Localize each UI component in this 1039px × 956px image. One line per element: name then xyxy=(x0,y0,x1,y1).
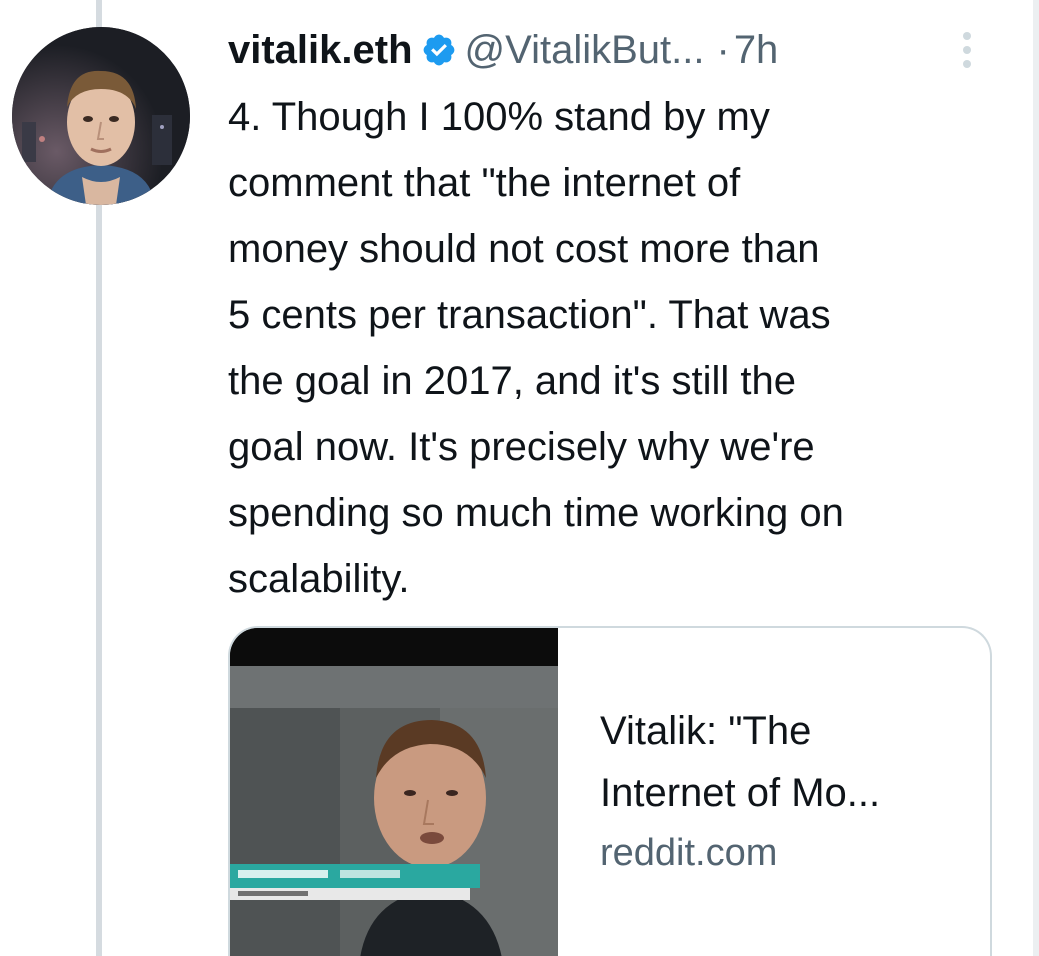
user-handle[interactable]: @VitalikBut... xyxy=(465,28,705,73)
separator-dot: · xyxy=(716,27,730,72)
tweet-text: 4. Though I 100% stand by my comment tha… xyxy=(228,95,844,601)
scroll-edge xyxy=(1033,0,1039,956)
avatar[interactable] xyxy=(12,27,190,205)
tweet-header: vitalik.eth @VitalikBut... · 7h xyxy=(228,22,979,78)
link-card-domain: reddit.com xyxy=(600,832,778,874)
verified-badge-icon xyxy=(421,32,457,68)
link-card-title-line2: Internet of Mo... xyxy=(600,771,881,815)
link-card-thumbnail xyxy=(230,628,558,956)
display-name[interactable]: vitalik.eth xyxy=(228,28,413,73)
link-card-info: Vitalik: "The Internet of Mo... reddit.c… xyxy=(600,700,970,882)
link-preview-card[interactable]: Vitalik: "The Internet of Mo... reddit.c… xyxy=(228,626,992,956)
link-card-title-line1: Vitalik: "The xyxy=(600,709,812,753)
more-vertical-icon[interactable] xyxy=(957,26,977,74)
tweet-screenshot: vitalik.eth @VitalikBut... · 7h 4. Thoug… xyxy=(0,0,1039,956)
timestamp[interactable]: 7h xyxy=(734,28,779,73)
avatar-photo xyxy=(12,27,190,205)
